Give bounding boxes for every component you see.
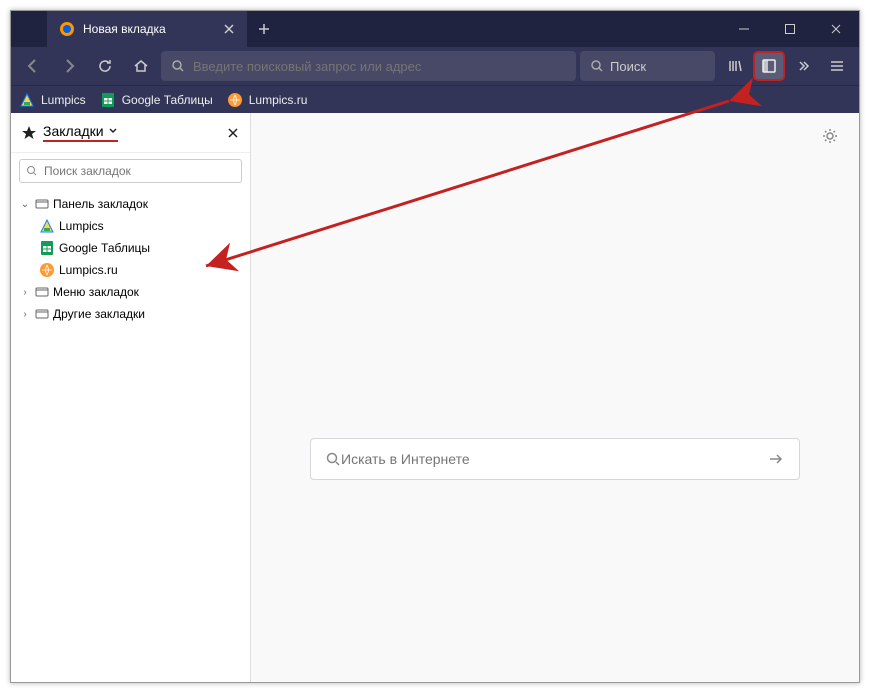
new-tab-button[interactable] bbox=[247, 11, 281, 47]
overflow-button[interactable] bbox=[787, 50, 819, 82]
bookmark-label: Lumpics bbox=[41, 93, 86, 107]
tree-item-label: Google Таблицы bbox=[59, 241, 150, 255]
bookmark-item-sheets[interactable]: Google Таблицы bbox=[100, 92, 213, 108]
library-button[interactable] bbox=[719, 50, 751, 82]
browser-tab[interactable]: Новая вкладка bbox=[47, 11, 247, 47]
tree-item-lumpicsru[interactable]: Lumpics.ru bbox=[11, 259, 250, 281]
bookmarks-tree: ⌄ Панель закладок Lumpics Google Таблицы… bbox=[11, 189, 250, 682]
search-icon bbox=[171, 59, 185, 73]
tree-item-lumpics[interactable]: Lumpics bbox=[11, 215, 250, 237]
maximize-button[interactable] bbox=[767, 11, 813, 47]
browser-window: Новая вкладка Поиск bbox=[10, 10, 860, 683]
star-icon bbox=[21, 125, 37, 141]
folder-other[interactable]: › Другие закладки bbox=[11, 303, 250, 325]
folder-toolbar[interactable]: ⌄ Панель закладок bbox=[11, 193, 250, 215]
sidebar-toggle-button[interactable] bbox=[753, 51, 785, 81]
newtab-search-input[interactable] bbox=[341, 451, 767, 467]
lumpics-icon bbox=[39, 218, 55, 234]
folder-label: Другие закладки bbox=[53, 307, 145, 321]
sidebar-search bbox=[11, 153, 250, 189]
twisty-closed-icon: › bbox=[19, 287, 31, 298]
tab-close-button[interactable] bbox=[213, 23, 235, 35]
bookmark-label: Google Таблицы bbox=[122, 93, 213, 107]
chevron-down-icon bbox=[108, 126, 118, 136]
bookmark-label: Lumpics.ru bbox=[249, 93, 308, 107]
newtab-search-bar[interactable] bbox=[310, 438, 800, 480]
firefox-icon bbox=[59, 21, 75, 37]
search-icon bbox=[590, 59, 604, 73]
customize-gear-button[interactable] bbox=[821, 127, 839, 145]
nav-toolbar: Поиск bbox=[11, 47, 859, 85]
sidebar-title-dropdown[interactable]: Закладки bbox=[43, 123, 118, 142]
lumpicsru-icon bbox=[227, 92, 243, 108]
sidebar-close-button[interactable] bbox=[226, 126, 240, 140]
titlebar: Новая вкладка bbox=[11, 11, 859, 47]
menu-button[interactable] bbox=[821, 50, 853, 82]
tab-title: Новая вкладка bbox=[83, 22, 166, 36]
folder-icon bbox=[35, 197, 49, 211]
arrow-right-icon[interactable] bbox=[767, 450, 785, 468]
tree-item-label: Lumpics bbox=[59, 219, 104, 233]
lumpicsru-icon bbox=[39, 262, 55, 278]
url-input[interactable] bbox=[193, 59, 566, 74]
twisty-open-icon: ⌄ bbox=[19, 199, 31, 210]
search-placeholder: Поиск bbox=[610, 59, 646, 74]
bookmarks-sidebar: Закладки ⌄ Панель закладок bbox=[11, 113, 251, 682]
folder-label: Панель закладок bbox=[53, 197, 148, 211]
minimize-button[interactable] bbox=[721, 11, 767, 47]
bookmark-item-lumpics[interactable]: Lumpics bbox=[19, 92, 86, 108]
search-icon bbox=[325, 451, 341, 467]
sidebar-search-input[interactable] bbox=[44, 164, 235, 178]
window-controls bbox=[721, 11, 859, 47]
sidebar-title-text: Закладки bbox=[43, 123, 104, 139]
tab-strip: Новая вкладка bbox=[11, 11, 281, 47]
folder-icon bbox=[35, 285, 49, 299]
content-area: Закладки ⌄ Панель закладок bbox=[11, 113, 859, 682]
tree-item-sheets[interactable]: Google Таблицы bbox=[11, 237, 250, 259]
home-button[interactable] bbox=[125, 50, 157, 82]
close-window-button[interactable] bbox=[813, 11, 859, 47]
folder-icon bbox=[35, 307, 49, 321]
folder-label: Меню закладок bbox=[53, 285, 139, 299]
sidebar-header: Закладки bbox=[11, 113, 250, 153]
search-box[interactable]: Поиск bbox=[580, 51, 715, 81]
bookmark-item-lumpicsru[interactable]: Lumpics.ru bbox=[227, 92, 308, 108]
bookmarks-toolbar: Lumpics Google Таблицы Lumpics.ru bbox=[11, 85, 859, 113]
reload-button[interactable] bbox=[89, 50, 121, 82]
sheets-icon bbox=[100, 92, 116, 108]
back-button[interactable] bbox=[17, 50, 49, 82]
sidebar-search-field[interactable] bbox=[19, 159, 242, 183]
lumpics-icon bbox=[19, 92, 35, 108]
twisty-closed-icon: › bbox=[19, 309, 31, 320]
forward-button[interactable] bbox=[53, 50, 85, 82]
right-toolbar bbox=[719, 50, 853, 82]
folder-menu[interactable]: › Меню закладок bbox=[11, 281, 250, 303]
search-icon bbox=[26, 165, 38, 177]
tree-item-label: Lumpics.ru bbox=[59, 263, 118, 277]
sheets-icon bbox=[39, 240, 55, 256]
url-bar[interactable] bbox=[161, 51, 576, 81]
newtab-page bbox=[251, 113, 859, 682]
